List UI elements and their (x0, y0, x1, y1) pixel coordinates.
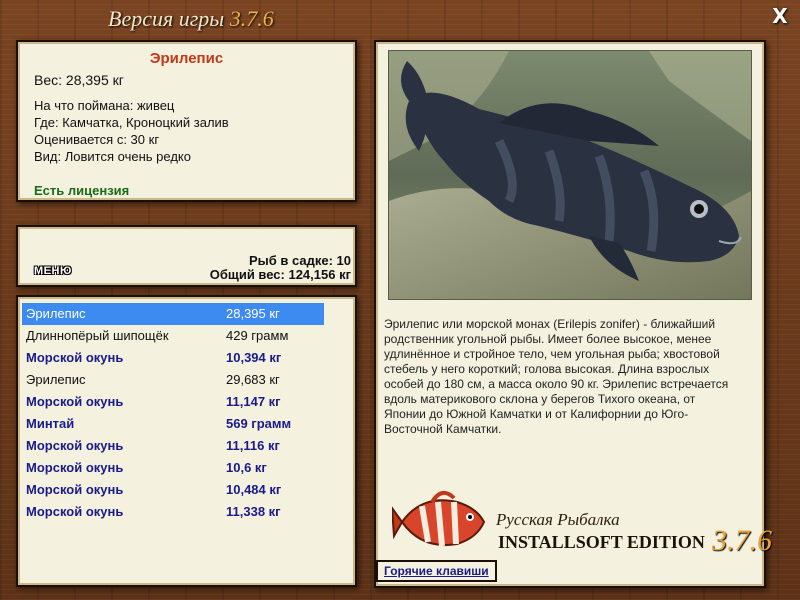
catch-list-item[interactable]: Морской окунь 10,394 кг (22, 347, 324, 369)
license-status: Есть лицензия (34, 183, 130, 198)
close-button[interactable]: X (770, 6, 790, 26)
brand-line1: Русская Рыбалка (496, 510, 620, 529)
catch-item-weight: 429 грамм (226, 328, 289, 343)
catch-list-panel: Эрилепис 28,395 кг Длиннопёрый шипощёк 429 … (16, 295, 357, 587)
catch-list-item[interactable]: Морской окунь 10,6 кг (22, 457, 324, 479)
catch-item-name: Морской окунь (26, 394, 124, 409)
brand-line2: INSTALLSOFT EDITION (498, 532, 705, 552)
window-title-version: 3.7.6 (229, 6, 274, 31)
caught-with: На что поймана: живец (34, 98, 175, 113)
catch-item-weight: 10,394 кг (226, 350, 282, 365)
title-bar: Версия игры 3.7.6 X (0, 0, 800, 38)
brand-version: 3.7.6 (712, 524, 772, 557)
catch-list-item[interactable]: Морской окунь 11,116 кг (22, 435, 324, 457)
menu-button[interactable]: МЕНЮ (34, 265, 72, 277)
catch-list-item[interactable]: Длиннопёрый шипощёк 429 грамм (22, 325, 324, 347)
catch-location: Где: Камчатка, Кроноцкий залив (34, 115, 229, 130)
window-title: Версия игры 3.7.6 (108, 6, 274, 32)
fish-detail-panel: Эрилепис или морской монах (Erilepis zon… (374, 40, 772, 588)
catch-item-name: Морской окунь (26, 460, 124, 475)
fish-description: Эрилепис или морской монах (Erilepis zon… (384, 317, 729, 436)
catch-item-weight: 10,6 кг (226, 460, 267, 475)
catch-item-name: Морской окунь (26, 504, 124, 519)
red-fish-logo-icon (392, 490, 486, 547)
catch-item-weight: 11,147 кг (226, 394, 281, 409)
catch-item-weight: 10,484 кг (226, 482, 282, 497)
rarity: Вид: Ловится очень редко (34, 149, 191, 164)
catch-item-name: Эрилепис (26, 372, 86, 387)
catch-item-name: Морской окунь (26, 482, 124, 497)
catch-item-name: Морской окунь (26, 350, 124, 365)
catch-item-weight: 29,683 кг (226, 372, 280, 387)
valued-from: Оценивается с: 30 кг (34, 132, 160, 147)
catch-item-name: Эрилепис (26, 306, 86, 321)
catch-item-weight: 11,338 кг (226, 504, 281, 519)
catch-list-item[interactable]: Морской окунь 10,484 кг (22, 479, 324, 501)
catch-item-name: Морской окунь (26, 438, 124, 453)
hotkeys-button[interactable]: Горячие клавиши (376, 560, 497, 582)
catch-list-item[interactable]: Эрилепис 28,395 кг (22, 303, 324, 325)
total-weight: Общий вес: 124,156 кг (209, 267, 351, 282)
fish-photo-icon (389, 51, 751, 299)
fish-name: Эрилепис (149, 50, 224, 67)
catch-item-name: Длиннопёрый шипощёк (26, 328, 169, 343)
catch-item-name: Минтай (26, 416, 75, 431)
fish-count: Рыб в садке: 10 (248, 253, 351, 268)
catch-list-item[interactable]: Морской окунь 11,338 кг (22, 501, 324, 523)
brand-logo: Русская Рыбалка INSTALLSOFT EDITION 3.7.… (388, 474, 772, 560)
keepnet-summary-panel: МЕНЮ Рыб в садке: 10 Общий вес: 124,156 … (16, 225, 357, 287)
catch-list-item[interactable]: Минтай 569 грамм (22, 413, 324, 435)
fish-info-panel: Эрилепис Вес: 28,395 кг На что поймана: … (16, 40, 357, 202)
window-title-text: Версия игры (108, 6, 230, 31)
fish-photo (388, 50, 752, 300)
fish-weight: Вес: 28,395 кг (34, 72, 124, 88)
catch-list-item[interactable]: Морской окунь 11,147 кг (22, 391, 324, 413)
catch-list-item[interactable]: Эрилепис 29,683 кг (22, 369, 324, 391)
catch-item-weight: 11,116 кг (226, 438, 280, 453)
catch-item-weight: 569 грамм (226, 416, 292, 431)
catch-item-weight: 28,395 кг (226, 306, 280, 321)
